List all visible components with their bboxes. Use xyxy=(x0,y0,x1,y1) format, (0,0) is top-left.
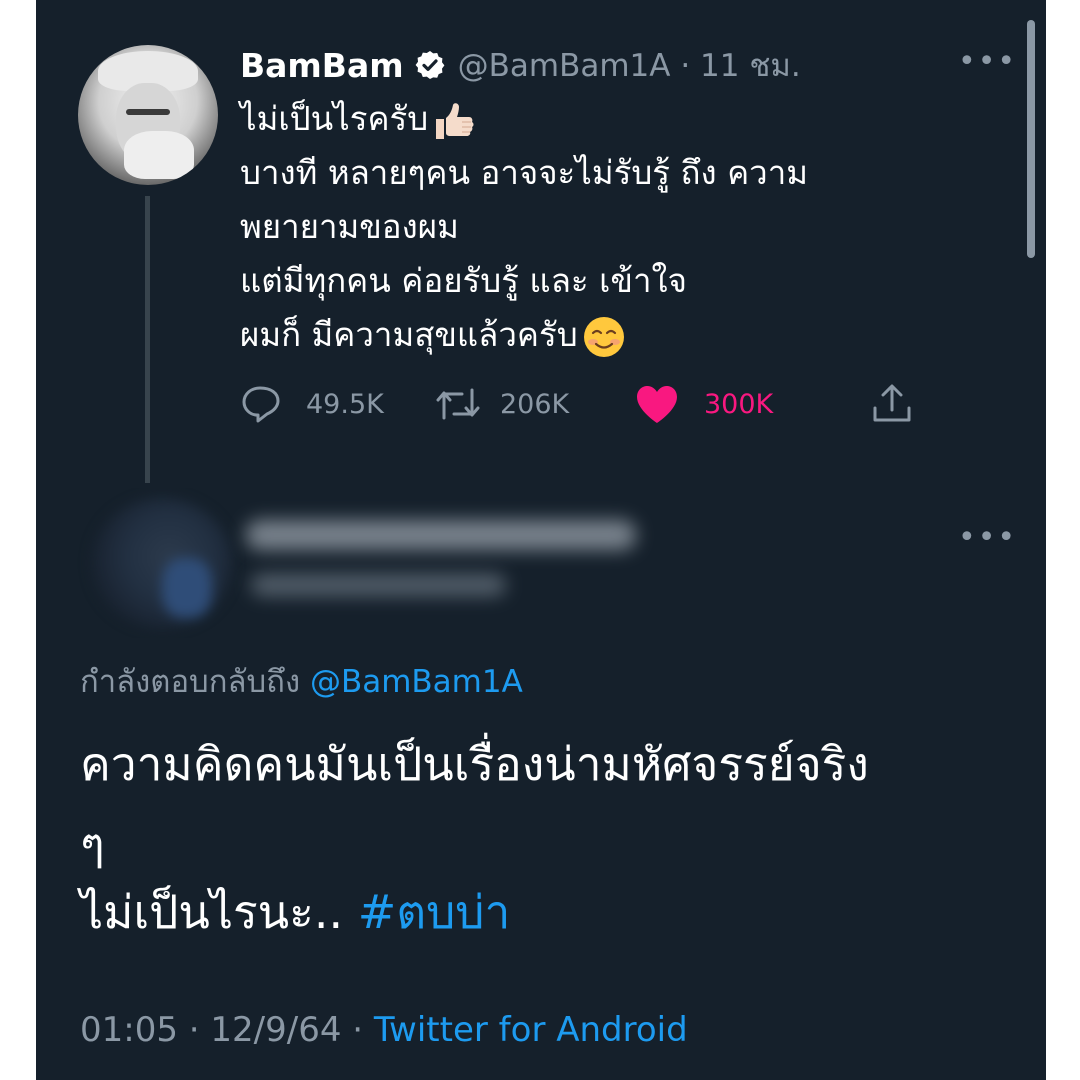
retweet-icon xyxy=(436,388,480,420)
reply-count: 49.5K xyxy=(306,388,384,420)
tweet-text-line-1: ไม่เป็นไรครับ xyxy=(240,96,476,142)
reply-text-line-3: ไม่เป็นไรนะ.. #ตบบ่า xyxy=(80,885,511,939)
thumbs-up-emoji-icon xyxy=(436,102,474,139)
reply-icon xyxy=(242,386,280,423)
retweet-action[interactable]: 206K xyxy=(434,382,569,426)
share-action[interactable] xyxy=(870,382,914,426)
more-options-icon[interactable]: ••• xyxy=(958,47,1017,77)
like-count: 300K xyxy=(704,388,774,420)
heart-filled-icon xyxy=(637,386,677,423)
blurred-handle xyxy=(251,574,506,596)
tweet-text-line-5: ผมก็ มีความสุขแล้วครับ xyxy=(240,312,626,359)
replying-to-line: กำลังตอบกลับถึง @BamBam1A xyxy=(80,664,523,700)
tweet-timestamp: 01:05 · 12/9/64 · xyxy=(80,1010,364,1050)
thread-connector-line xyxy=(145,196,150,483)
replying-to-mention-link[interactable]: @BamBam1A xyxy=(310,664,523,700)
author-display-name[interactable]: BamBam xyxy=(240,46,404,85)
avatar[interactable] xyxy=(92,498,232,628)
reply-author-header-blurred xyxy=(46,488,666,638)
tweet-thread-view: BamBam @BamBam1A · 11 ชม. ••• ไม่เป็นไรค… xyxy=(36,0,1046,1080)
share-icon xyxy=(873,384,911,422)
reply-text-line-2: ๆ xyxy=(80,817,105,871)
blurred-display-name xyxy=(246,520,636,550)
like-action[interactable]: 300K xyxy=(634,382,773,426)
tweet-text-line-3: พยายามของผม xyxy=(240,207,459,246)
retweet-count: 206K xyxy=(500,388,570,420)
reply-action[interactable]: 49.5K xyxy=(240,382,384,426)
tweet-author-row: BamBam @BamBam1A · 11 ชม. xyxy=(240,42,801,88)
author-handle-time[interactable]: @BamBam1A · 11 ชม. xyxy=(458,40,801,90)
tweet-text-line-4: แต่มีทุกคน ค่อยรับรู้ และ เข้าใจ xyxy=(240,261,687,300)
reply-text-line-1: ความคิดคนมันเป็นเรื่องน่ามหัศจรรย์จริง xyxy=(80,737,869,791)
scrollbar[interactable] xyxy=(1027,20,1035,258)
tweet-timestamp-row: 01:05 · 12/9/64 · Twitter for Android xyxy=(80,1010,688,1050)
tweet-source-link[interactable]: Twitter for Android xyxy=(374,1010,688,1050)
verified-badge-icon xyxy=(415,51,445,79)
avatar[interactable] xyxy=(78,45,218,185)
tweet-text-line-2: บางที หลายๆคน อาจจะไม่รับรู้ ถึง ความ xyxy=(240,153,808,192)
more-options-icon[interactable]: ••• xyxy=(958,523,1017,553)
smiling-face-emoji-icon xyxy=(583,316,624,357)
hashtag-link[interactable]: #ตบบ่า xyxy=(358,885,511,939)
